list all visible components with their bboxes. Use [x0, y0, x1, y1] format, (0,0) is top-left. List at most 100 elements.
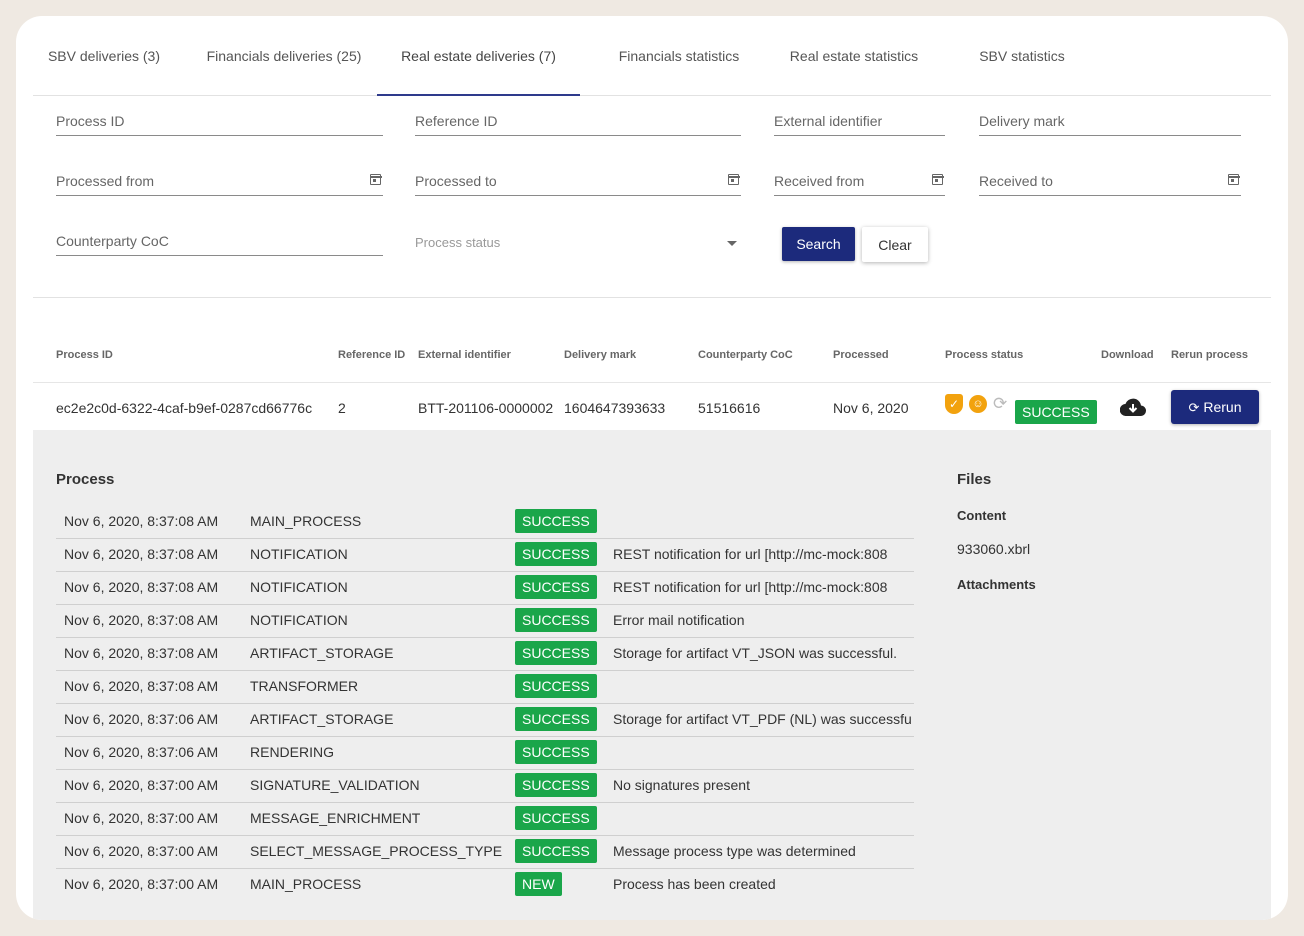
- header-process-id[interactable]: Process ID: [56, 349, 113, 361]
- files-title: Files: [957, 471, 992, 488]
- step-time: Nov 6, 2020, 8:37:08 AM: [64, 579, 219, 595]
- tab-sbv-statistics[interactable]: SBV statistics: [961, 40, 1083, 96]
- calendar-icon[interactable]: [369, 174, 382, 185]
- delivery-mark-field[interactable]: Delivery mark: [979, 106, 1241, 136]
- step-time: Nov 6, 2020, 8:37:00 AM: [64, 876, 219, 892]
- process-status-label: Process status: [415, 235, 501, 250]
- step-message: Process has been created: [613, 876, 776, 892]
- calendar-icon[interactable]: [931, 174, 944, 185]
- status-badge: SUCCESS: [515, 575, 597, 599]
- cell-processed: Nov 6, 2020: [833, 400, 909, 416]
- tab-financials-statistics[interactable]: Financials statistics: [603, 40, 755, 96]
- cell-counterparty-coc: 51516616: [698, 400, 761, 416]
- status-badge: SUCCESS: [515, 806, 597, 830]
- status-badge: SUCCESS: [515, 773, 597, 797]
- list-item: Nov 6, 2020, 8:37:06 AM RENDERING SUCCESS: [56, 737, 914, 770]
- header-external-identifier[interactable]: External identifier: [418, 349, 511, 361]
- received-to-field[interactable]: Received to: [979, 166, 1241, 196]
- external-identifier-label: External identifier: [774, 113, 883, 129]
- list-item: Nov 6, 2020, 8:37:08 AM NOTIFICATION SUCCE…: [56, 605, 914, 638]
- process-id-field[interactable]: Process ID: [56, 106, 383, 136]
- step-message: Storage for artifact VT_PDF (NL) was suc…: [613, 711, 912, 727]
- processed-from-field[interactable]: Processed from: [56, 166, 383, 196]
- list-item: Nov 6, 2020, 8:37:00 AM MESSAGE_ENRICHMEN…: [56, 803, 914, 836]
- tab-sbv-deliveries[interactable]: SBV deliveries (3): [40, 40, 168, 96]
- processed-to-label: Processed to: [415, 173, 497, 189]
- step-name: MAIN_PROCESS: [250, 513, 362, 529]
- step-time: Nov 6, 2020, 8:37:00 AM: [64, 777, 219, 793]
- step-time: Nov 6, 2020, 8:37:08 AM: [64, 612, 219, 628]
- step-name: ARTIFACT_STORAGE: [250, 711, 394, 727]
- step-name: ARTIFACT_STORAGE: [250, 645, 394, 661]
- list-item: Nov 6, 2020, 8:37:08 AM NOTIFICATION SUCCE…: [56, 572, 914, 605]
- reference-id-label: Reference ID: [415, 113, 498, 129]
- step-message: Error mail notification: [613, 612, 745, 628]
- received-to-label: Received to: [979, 173, 1053, 189]
- refresh-icon: ⟳: [1188, 399, 1200, 415]
- counterparty-coc-field[interactable]: Counterparty CoC: [56, 226, 383, 256]
- step-name: NOTIFICATION: [250, 579, 348, 595]
- rerun-button[interactable]: ⟳ Rerun: [1171, 390, 1259, 424]
- processed-to-field[interactable]: Processed to: [415, 166, 741, 196]
- status-badge: SUCCESS: [515, 674, 597, 698]
- list-item: Nov 6, 2020, 8:37:08 AM NOTIFICATION SUCCE…: [56, 539, 914, 572]
- step-time: Nov 6, 2020, 8:37:08 AM: [64, 678, 219, 694]
- status-badge: SUCCESS: [515, 707, 597, 731]
- step-time: Nov 6, 2020, 8:37:00 AM: [64, 843, 219, 859]
- list-item: Nov 6, 2020, 8:37:00 AM SELECT_MESSAGE_PR…: [56, 836, 914, 869]
- list-item: Nov 6, 2020, 8:37:00 AM SIGNATURE_VALIDAT…: [56, 770, 914, 803]
- list-item: Nov 6, 2020, 8:37:08 AM ARTIFACT_STORAGE S…: [56, 638, 914, 671]
- cell-process-id: ec2e2c0d-6322-4caf-b9ef-0287cd66776c: [56, 400, 313, 416]
- content-file-link[interactable]: 933060.xbrl: [957, 541, 1030, 557]
- step-message: No signatures present: [613, 777, 750, 793]
- search-button[interactable]: Search: [782, 227, 855, 261]
- process-title: Process: [56, 471, 115, 488]
- process-status-select[interactable]: Process status: [415, 228, 741, 258]
- received-from-label: Received from: [774, 173, 865, 189]
- status-badge: SUCCESS: [1015, 400, 1097, 424]
- step-message: Storage for artifact VT_JSON was success…: [613, 645, 897, 661]
- step-message: Message process type was determined: [613, 843, 856, 859]
- list-item: Nov 6, 2020, 8:37:08 AM MAIN_PROCESS SUCCE…: [56, 506, 914, 539]
- step-name: MESSAGE_ENRICHMENT: [250, 810, 421, 826]
- step-time: Nov 6, 2020, 8:37:00 AM: [64, 810, 219, 826]
- refresh-icon: ⟳: [993, 394, 1008, 413]
- clear-button[interactable]: Clear: [862, 227, 928, 262]
- status-badge: SUCCESS: [515, 509, 597, 533]
- tab-financials-deliveries[interactable]: Financials deliveries (25): [198, 40, 370, 96]
- header-download: Download: [1101, 349, 1154, 361]
- delivery-mark-label: Delivery mark: [979, 113, 1065, 129]
- step-message: REST notification for url [http://mc-moc…: [613, 546, 888, 562]
- cloud-download-icon[interactable]: [1120, 398, 1146, 416]
- status-badge: SUCCESS: [515, 542, 597, 566]
- status-badge: SUCCESS: [515, 608, 597, 632]
- step-message: REST notification for url [http://mc-moc…: [613, 579, 888, 595]
- shield-icon: ✓: [945, 394, 963, 414]
- rerun-label: Rerun: [1203, 398, 1242, 415]
- received-from-field[interactable]: Received from: [774, 166, 945, 196]
- status-badge: SUCCESS: [515, 839, 597, 863]
- header-reference-id[interactable]: Reference ID: [338, 349, 405, 361]
- status-badge: SUCCESS: [515, 641, 597, 665]
- step-time: Nov 6, 2020, 8:37:08 AM: [64, 546, 219, 562]
- process-steps-list: Nov 6, 2020, 8:37:08 AM MAIN_PROCESS SUCCE…: [56, 506, 914, 902]
- calendar-icon[interactable]: [1227, 174, 1240, 185]
- counterparty-coc-label: Counterparty CoC: [56, 233, 169, 249]
- process-id-label: Process ID: [56, 113, 125, 129]
- header-rerun-process: Rerun process: [1171, 349, 1249, 361]
- step-name: SIGNATURE_VALIDATION: [250, 777, 420, 793]
- step-name: RENDERING: [250, 744, 335, 760]
- tab-real-estate-deliveries[interactable]: Real estate deliveries (7): [377, 40, 580, 96]
- reference-id-field[interactable]: Reference ID: [415, 106, 741, 136]
- step-name: TRANSFORMER: [250, 678, 359, 694]
- attachments-label: Attachments: [957, 577, 1036, 592]
- external-identifier-field[interactable]: External identifier: [774, 106, 945, 136]
- tab-real-estate-statistics[interactable]: Real estate statistics: [771, 40, 937, 96]
- step-name: NOTIFICATION: [250, 612, 348, 628]
- header-counterparty-coc[interactable]: Counterparty CoC: [698, 349, 793, 361]
- header-delivery-mark[interactable]: Delivery mark: [564, 349, 636, 361]
- header-process-status[interactable]: Process status: [945, 349, 1023, 361]
- header-processed[interactable]: Processed: [833, 349, 889, 361]
- calendar-icon[interactable]: [727, 174, 740, 185]
- status-badge: SUCCESS: [515, 740, 597, 764]
